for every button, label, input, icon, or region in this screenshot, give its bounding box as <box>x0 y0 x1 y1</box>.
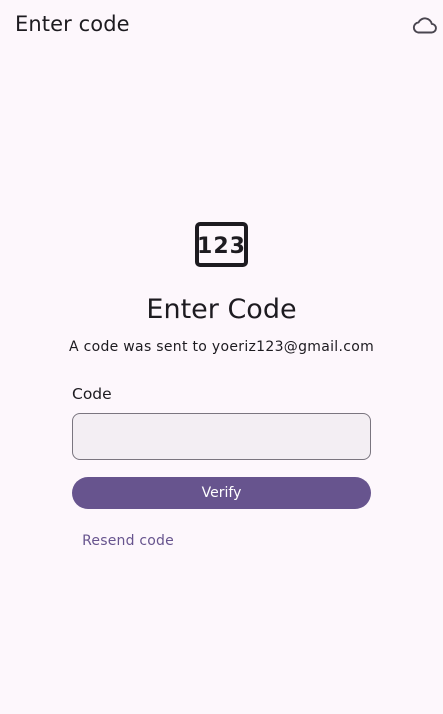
verify-button[interactable]: Verify <box>72 477 371 509</box>
code-input[interactable] <box>72 413 371 460</box>
page-title: Enter code <box>15 12 130 36</box>
app-bar: Enter code <box>0 0 443 52</box>
cloud-button[interactable] <box>411 11 437 39</box>
cloud-icon <box>412 17 437 34</box>
form-heading: Enter Code <box>146 294 297 325</box>
pin-icon-text: 123 <box>197 234 246 259</box>
code-sent-message: A code was sent to yoeriz123@gmail.com <box>68 339 375 355</box>
code-field-label: Code <box>72 385 112 403</box>
resend-code-button[interactable]: Resend code <box>72 527 184 555</box>
enter-code-screen: Enter code 123 Enter Code A code was sen… <box>0 0 443 714</box>
pin-123-icon: 123 <box>195 222 248 267</box>
